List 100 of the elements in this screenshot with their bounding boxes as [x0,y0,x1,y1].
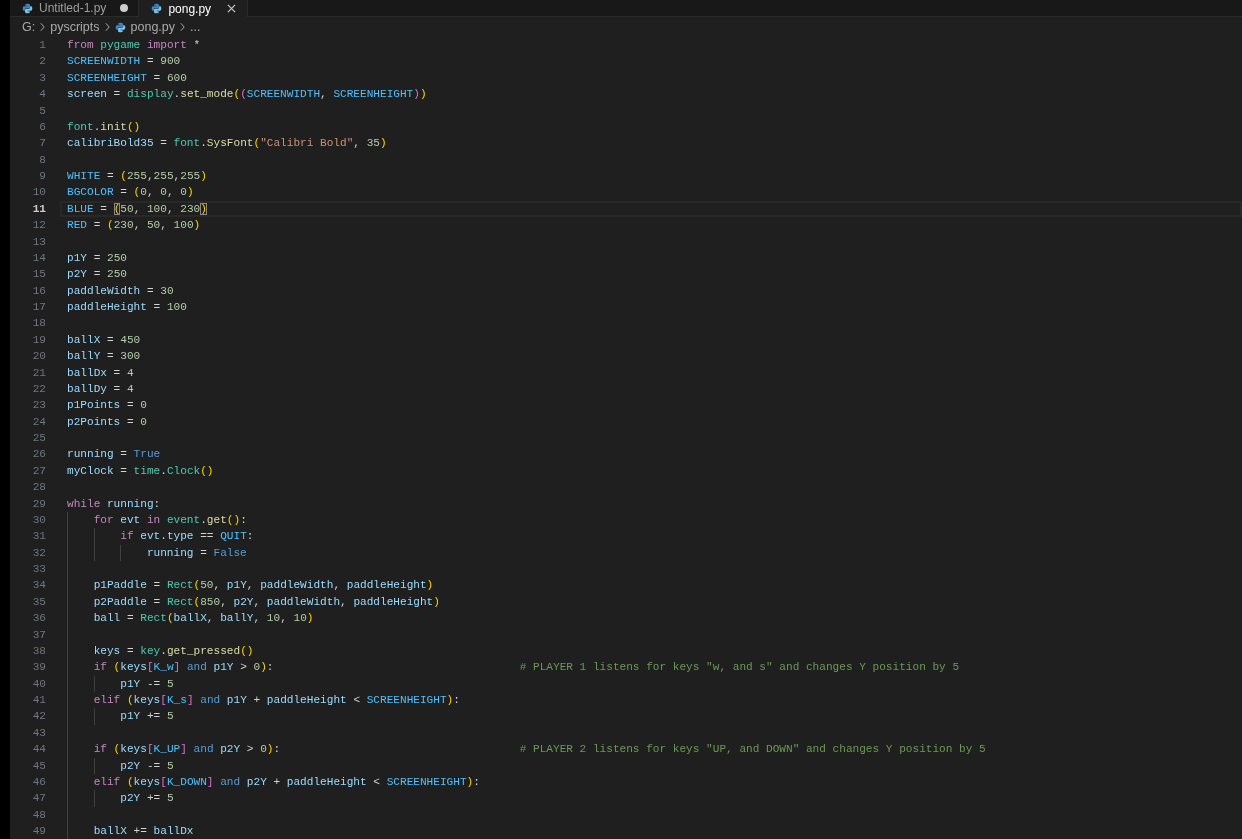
code-line: ball = Rect(ballX, ballY, 10, 10) [93,611,314,627]
code-comment: # PLAYER 2 listens for keys "UP, and DOWN" and changes Y position by 5 [519,742,986,758]
line-number: 25 [31,431,46,446]
line-number: 39 [31,660,46,676]
line-number: 17 [31,300,46,315]
code-line: for evt in event.get(): [93,512,247,528]
code-line: paddleWidth = 30 [67,283,174,299]
code-line: BGCOLOR = (0, 0, 0) [67,185,194,201]
code-line: p2Points = 0 [67,414,147,430]
line-number: 37 [31,627,46,643]
code-line: p2Y += 5 [120,791,174,807]
line-number: 44 [31,742,46,758]
file-type-icon [151,3,163,14]
code-line: ballDx = 4 [67,365,134,381]
code-line: p1Y = 250 [67,250,127,266]
code-comment: # PLAYER 1 listens for keys "w, and s" and changes Y position by 5 [519,660,960,676]
line-number: 32 [31,545,46,561]
code-line: while running: [67,496,161,512]
line-number: 31 [31,529,46,545]
line-number: 14 [31,250,46,266]
code-line: font.init() [67,119,141,135]
line-number: 13 [31,234,46,250]
code-line: ballX = 450 [67,332,141,348]
line-number: 41 [31,693,46,708]
code-line: running = True [67,447,161,463]
line-number: 46 [31,774,46,790]
code-line: p1Y -= 5 [120,676,174,692]
line-number: 40 [31,676,46,692]
line-number: 2 [38,54,46,70]
line-number: 15 [31,267,46,283]
line-number: 27 [31,463,46,479]
code-line: p2Y -= 5 [120,758,174,774]
code-line: if (keys[K_w] and p1Y > 0): [93,660,274,676]
line-number: 29 [31,496,46,512]
line-number: 20 [31,349,46,365]
line-number: 9 [38,169,46,184]
line-number: 38 [31,643,46,659]
line-number: 36 [31,611,46,627]
line-number: 49 [31,824,46,839]
code-line: ballDy = 4 [67,381,134,397]
editor-tab[interactable]: pong.py [139,0,249,17]
line-number: 26 [31,447,46,463]
chevron-right-icon [179,22,186,32]
code-line: keys = key.get_pressed() [93,643,254,659]
code-line: BLUE = (50, 100, 230) [67,201,207,217]
line-number: 12 [31,218,46,234]
file-type-icon [22,2,33,14]
line-number: 23 [31,398,46,414]
code-line: SCREENWIDTH = 900 [67,54,181,70]
line-number: 22 [31,381,46,397]
code-line: from pygame import * [67,38,201,53]
line-number: 48 [31,807,46,823]
line-number: 45 [31,758,46,774]
code-line: ballY = 300 [67,349,141,365]
code-line: paddleHeight = 100 [67,300,187,315]
code-line: WHITE = (255,255,255) [67,169,207,184]
code-line: SCREENHEIGHT = 600 [67,70,187,86]
line-number: 28 [31,480,46,496]
line-number: 43 [31,725,46,741]
code-line: if (keys[K_UP] and p2Y > 0): [93,742,281,758]
line-number: 16 [31,283,46,299]
breadcrumb-item[interactable]: pong.py [114,20,175,34]
line-number: 6 [38,119,46,135]
code-line: calibriBold35 = font.SysFont("Calibri Bold", 35) [67,136,387,152]
code-line: p1Paddle = Rect(50, p1Y, paddleWidth, paddleHeight) [93,578,434,594]
line-number: 19 [31,332,46,348]
code-line: p1Points = 0 [67,398,147,414]
file-type-icon [114,21,126,33]
line-number: 21 [31,365,46,381]
breadcrumb-item[interactable]: pyscripts [50,20,100,34]
code-line: if evt.type == QUIT: [120,529,254,545]
code-line: p2Y = 250 [67,267,127,283]
line-number: 7 [38,136,46,152]
chevron-right-icon [103,22,111,32]
close-icon [226,4,236,13]
line-number: 34 [31,578,46,594]
line-number: 4 [38,87,46,103]
line-number: 33 [31,562,46,577]
code-line: ballX += ballDx [93,824,194,839]
breadcrumb-ellipsis[interactable]: ... [190,20,201,34]
line-number: 8 [38,152,46,168]
code-line: p1Y += 5 [120,709,174,725]
line-number: 18 [31,316,46,332]
line-number: 30 [31,512,46,528]
editor-tab[interactable]: Untitled-1.py [10,0,140,17]
code-line: elif (keys[K_DOWN] and p2Y + paddleHeight < SCREENHEIGHT): [93,774,480,790]
code-line: p2Paddle = Rect(850, p2Y, paddleWidth, paddleHeight) [93,594,440,610]
code-line: RED = (230, 50, 100) [67,218,201,234]
code-line: elif (keys[K_s] and p1Y + paddleHeight < SCREENHEIGHT): [93,693,460,708]
line-number: 24 [31,414,46,430]
code-line: myClock = time.Clock() [67,463,214,479]
line-number: 47 [31,791,46,807]
code-line: running = False [146,545,247,561]
line-number: 11 [31,201,46,217]
line-number: 5 [38,103,46,119]
line-number: 35 [31,594,46,610]
line-number: 42 [31,709,46,725]
breadcrumb-item[interactable]: G: [22,20,36,34]
code-line: screen = display.set_mode((SCREENWIDTH, SCREENHEIGHT)) [67,87,427,103]
line-number: 1 [38,38,46,53]
